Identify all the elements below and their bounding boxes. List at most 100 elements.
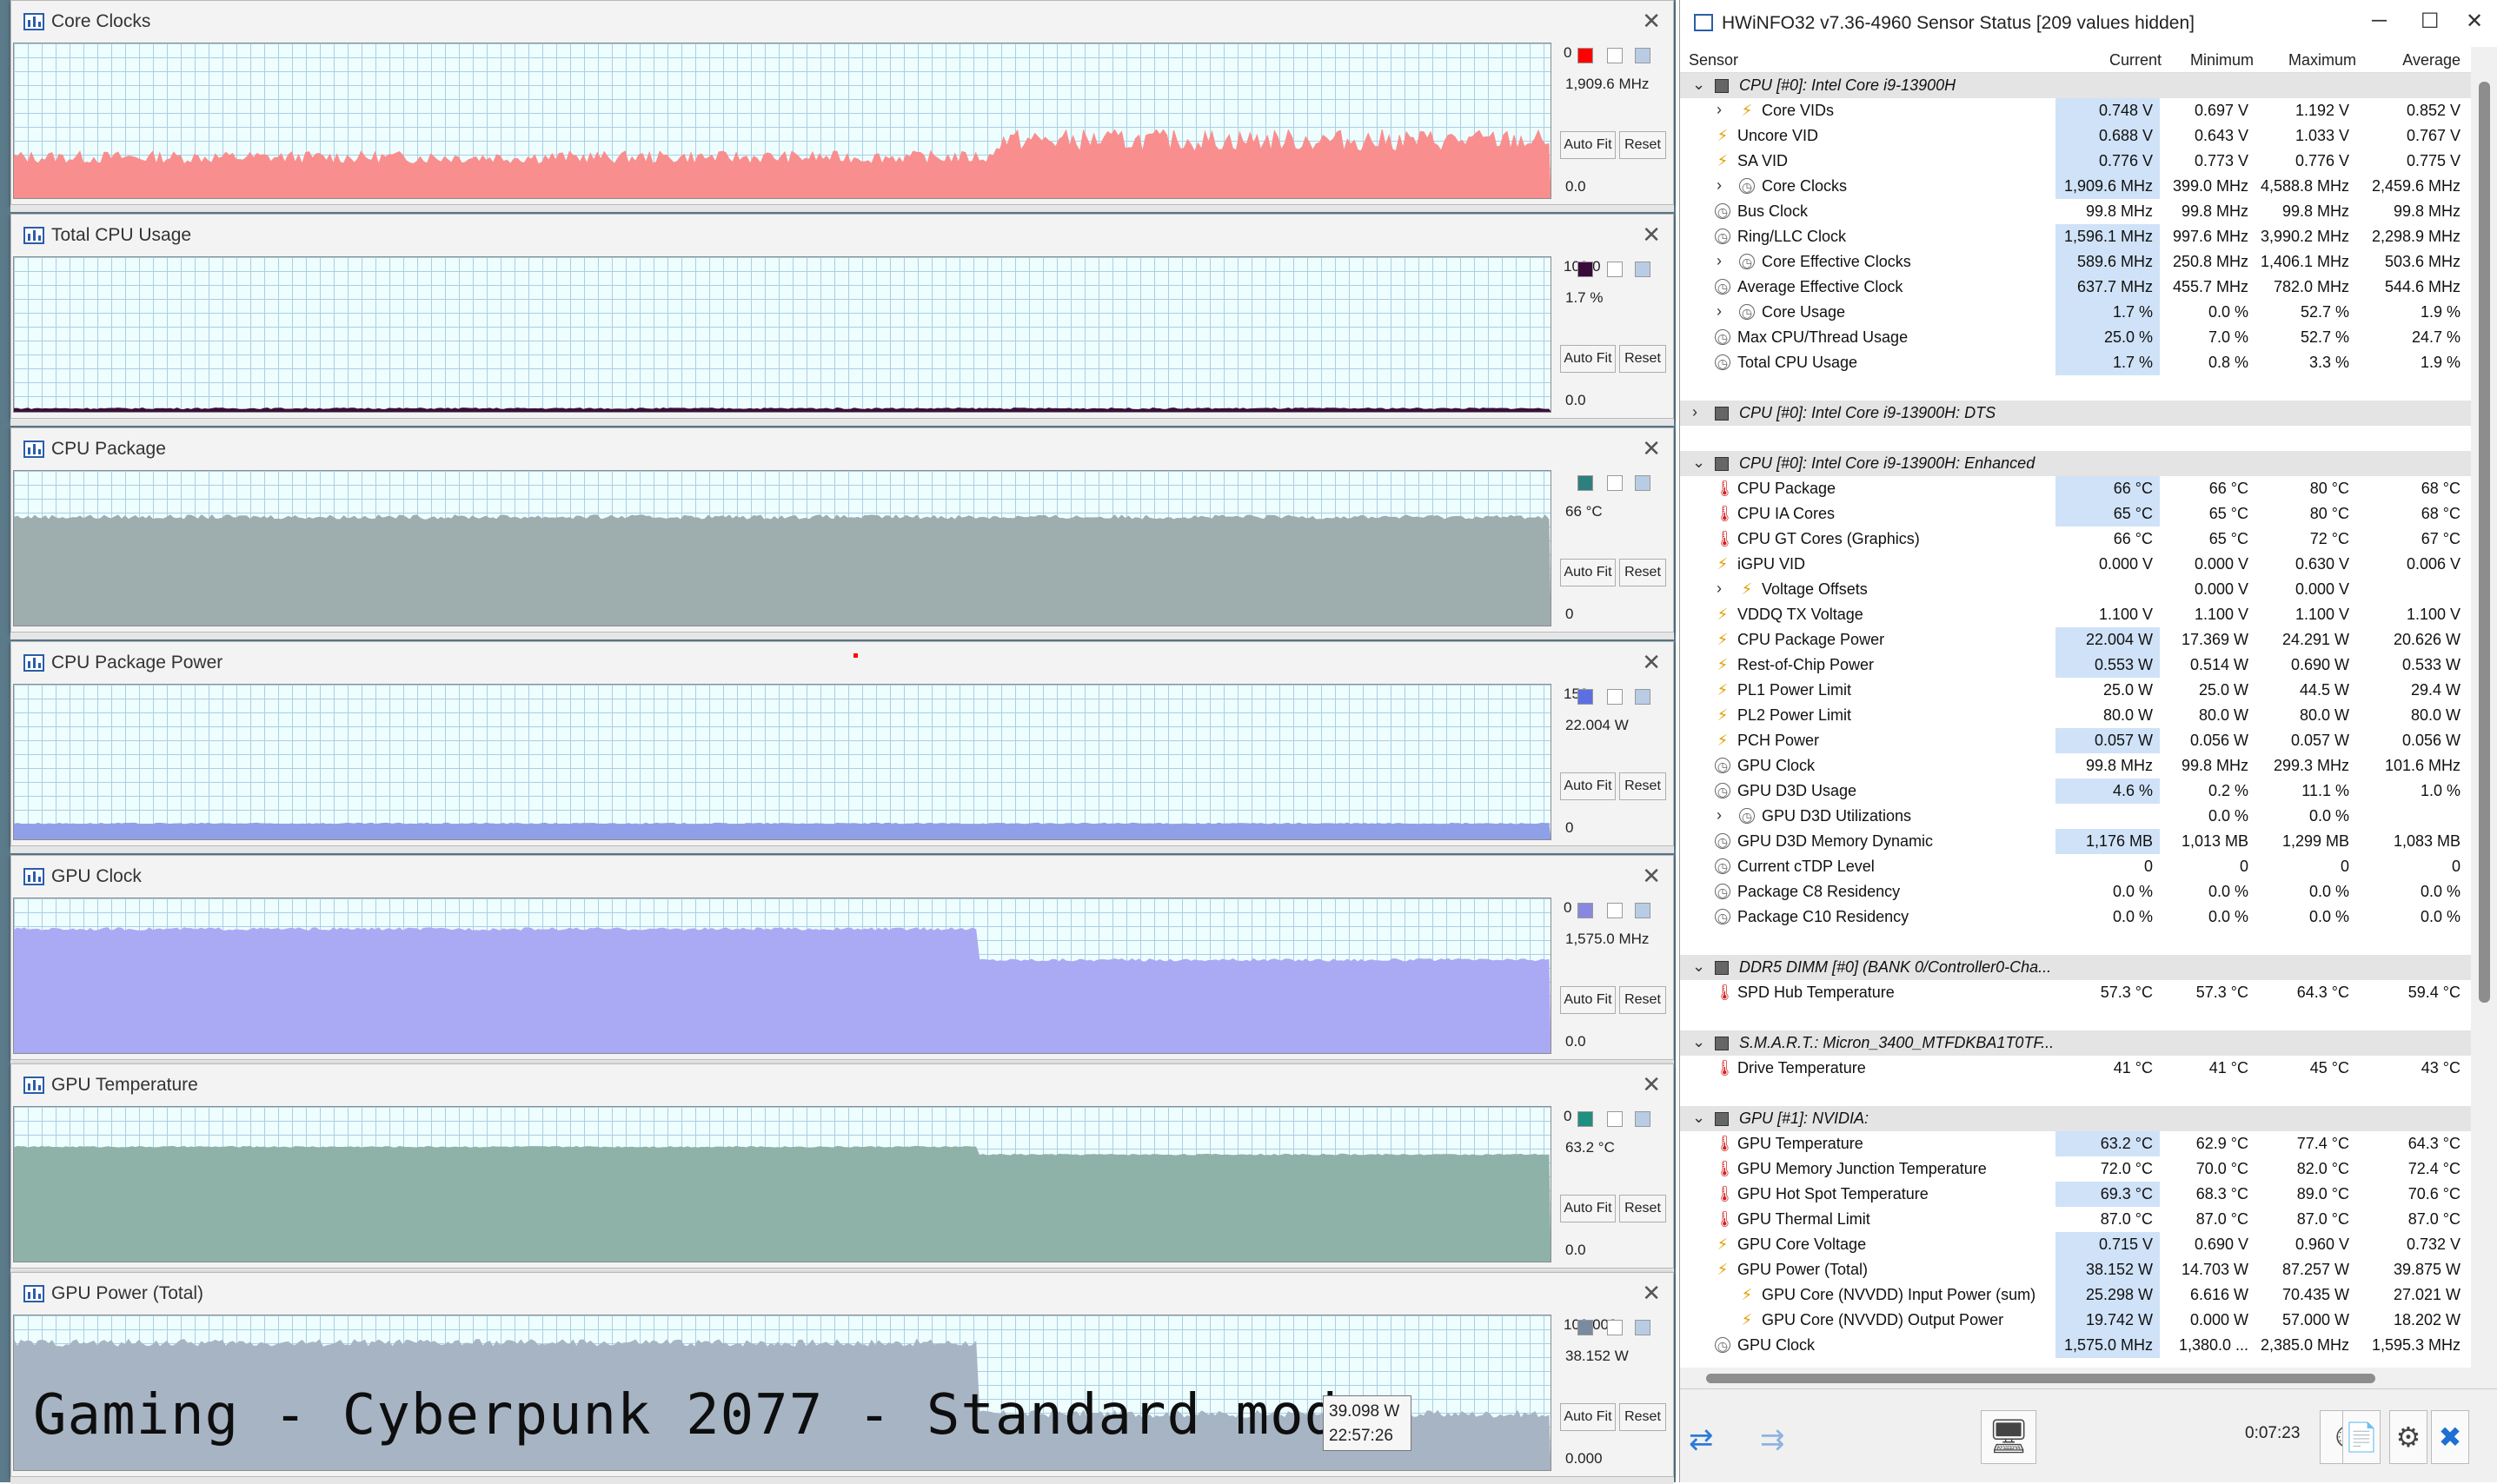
auto-fit-button[interactable]: Auto Fit [1560, 1195, 1616, 1222]
report-icon[interactable]: 🖥 [1981, 1410, 2036, 1464]
swatch-2[interactable] [1607, 903, 1623, 918]
expand-icon[interactable]: › [1717, 176, 1722, 195]
sensor-row[interactable]: ⚡ PL1 Power Limit 25.0 W 25.0 W 44.5 W 2… [1680, 678, 2471, 703]
graph-close-icon[interactable]: ✕ [1642, 1071, 1661, 1098]
auto-fit-button[interactable]: Auto Fit [1560, 345, 1616, 373]
sensor-row[interactable]: › ◷ Core Effective Clocks 589.6 MHz 250.… [1680, 249, 2471, 275]
sensor-row[interactable]: ⚡ GPU Core (NVVDD) Output Power 19.742 W… [1680, 1308, 2471, 1333]
graph-window-1[interactable]: Total CPU Usage ✕ 100.0 1.7 % Auto Fit R… [10, 214, 1674, 419]
graph-window-4[interactable]: GPU Clock ✕ 0 1,575.0 MHz Auto Fit Reset… [10, 855, 1674, 1060]
sensor-row[interactable]: ◷ Average Effective Clock 637.7 MHz 455.… [1680, 275, 2471, 300]
nav-arrows-alt-icon[interactable]: ⇉ [1760, 1422, 1785, 1457]
swatch-3[interactable] [1635, 475, 1650, 491]
swatch-2[interactable] [1607, 689, 1623, 705]
hscroll-thumb[interactable] [1706, 1374, 2375, 1383]
sensor-row[interactable]: › ⚡ Voltage Offsets 0.000 V 0.000 V [1680, 577, 2471, 602]
sensor-row[interactable]: ⚡ SA VID 0.776 V 0.773 V 0.776 V 0.775 V [1680, 149, 2471, 174]
auto-fit-button[interactable]: Auto Fit [1560, 131, 1616, 159]
sensor-group-row[interactable]: ⌄ CPU [#0]: Intel Core i9-13900H [1680, 73, 2471, 98]
sensor-row[interactable]: 🌡 Drive Temperature 41 °C 41 °C 45 °C 43… [1680, 1056, 2471, 1081]
sensor-row[interactable]: ⚡ GPU Power (Total) 38.152 W 14.703 W 87… [1680, 1257, 2471, 1282]
col-average[interactable]: Average [2354, 51, 2460, 70]
graph-window-2[interactable]: CPU Package ✕ 66 °C Auto Fit Reset 0 [10, 427, 1674, 633]
sensor-row[interactable]: ◷ GPU D3D Memory Dynamic 1,176 MB 1,013 … [1680, 829, 2471, 854]
maximize-icon[interactable]: ☐ [2421, 9, 2440, 34]
sensor-row[interactable]: ◷ Package C8 Residency 0.0 % 0.0 % 0.0 %… [1680, 879, 2471, 904]
expand-icon[interactable]: › [1717, 252, 1722, 270]
sensor-row[interactable]: ⚡ PCH Power 0.057 W 0.056 W 0.057 W 0.05… [1680, 728, 2471, 753]
sensor-row[interactable]: 🌡 CPU GT Cores (Graphics) 66 °C 65 °C 72… [1680, 527, 2471, 552]
swatch-3[interactable] [1635, 1320, 1650, 1335]
expand-icon[interactable]: ⌄ [1692, 1109, 1705, 1127]
col-minimum[interactable]: Minimum [2151, 51, 2254, 70]
reset-button[interactable]: Reset [1619, 345, 1666, 373]
sensor-group-row[interactable]: › CPU [#0]: Intel Core i9-13900H: DTS [1680, 401, 2471, 426]
sensor-row[interactable]: › ⚡ Core VIDs 0.748 V 0.697 V 1.192 V 0.… [1680, 98, 2471, 123]
expand-icon[interactable]: › [1692, 403, 1697, 421]
sensor-row[interactable]: 🌡 GPU Temperature 63.2 °C 62.9 °C 77.4 °… [1680, 1131, 2471, 1156]
sensor-row[interactable]: ⚡ VDDQ TX Voltage 1.100 V 1.100 V 1.100 … [1680, 602, 2471, 627]
sensor-row[interactable]: ⚡ GPU Core (NVVDD) Input Power (sum) 25.… [1680, 1282, 2471, 1308]
auto-fit-button[interactable]: Auto Fit [1560, 772, 1616, 800]
sensor-row[interactable]: ⚡ GPU Core Voltage 0.715 V 0.690 V 0.960… [1680, 1232, 2471, 1257]
sensor-row[interactable]: ◷ Current cTDP Level 0 0 0 0 [1680, 854, 2471, 879]
swatch-3[interactable] [1635, 689, 1650, 705]
sensor-row[interactable]: ◷ Package C10 Residency 0.0 % 0.0 % 0.0 … [1680, 904, 2471, 930]
exit-icon[interactable]: ✖ [2431, 1410, 2469, 1464]
series-color-swatch[interactable] [1577, 903, 1593, 918]
doc-add-icon[interactable]: 📄 [2342, 1410, 2381, 1464]
graph-close-icon[interactable]: ✕ [1642, 863, 1661, 890]
swatch-3[interactable] [1635, 48, 1650, 63]
graph-close-icon[interactable]: ✕ [1642, 1280, 1661, 1307]
nav-arrows-icon[interactable]: ⇄ [1689, 1422, 1714, 1457]
swatch-2[interactable] [1607, 48, 1623, 63]
series-color-swatch[interactable] [1577, 1111, 1593, 1127]
sensor-row[interactable]: ⚡ Rest-of-Chip Power 0.553 W 0.514 W 0.6… [1680, 653, 2471, 678]
graph-window-0[interactable]: Core Clocks ✕ 0 1,909.6 MHz Auto Fit Res… [10, 0, 1674, 205]
graph-titlebar[interactable]: GPU Power (Total) ✕ [11, 1273, 1673, 1313]
expand-icon[interactable]: › [1717, 580, 1722, 598]
sensor-group-row[interactable]: ⌄ CPU [#0]: Intel Core i9-13900H: Enhanc… [1680, 451, 2471, 476]
sensor-group-row[interactable]: ⌄ DDR5 DIMM [#0] (BANK 0/Controller0-Cha… [1680, 955, 2471, 980]
swatch-3[interactable] [1635, 262, 1650, 277]
sensor-row[interactable]: 🌡 GPU Thermal Limit 87.0 °C 87.0 °C 87.0… [1680, 1207, 2471, 1232]
sensor-row[interactable]: › ◷ Core Usage 1.7 % 0.0 % 52.7 % 1.9 % [1680, 300, 2471, 325]
sensor-row[interactable]: ◷ Bus Clock 99.8 MHz 99.8 MHz 99.8 MHz 9… [1680, 199, 2471, 224]
reset-button[interactable]: Reset [1619, 1195, 1666, 1222]
reset-button[interactable]: Reset [1619, 1403, 1666, 1431]
expand-icon[interactable]: › [1717, 101, 1722, 119]
sensor-row[interactable]: ◷ GPU Clock 1,575.0 MHz 1,380.0 ... 2,38… [1680, 1333, 2471, 1358]
reset-button[interactable]: Reset [1619, 772, 1666, 800]
sensor-row[interactable]: 🌡 GPU Hot Spot Temperature 69.3 °C 68.3 … [1680, 1182, 2471, 1207]
sensor-row[interactable]: ◷ Max CPU/Thread Usage 25.0 % 7.0 % 52.7… [1680, 325, 2471, 350]
graph-window-5[interactable]: GPU Temperature ✕ 0 63.2 °C Auto Fit Res… [10, 1063, 1674, 1269]
sensor-row[interactable]: ◷ Ring/LLC Clock 1,596.1 MHz 997.6 MHz 3… [1680, 224, 2471, 249]
sensor-row[interactable]: ◷ Total CPU Usage 1.7 % 0.8 % 3.3 % 1.9 … [1680, 350, 2471, 375]
sensor-group-row[interactable]: ⌄ GPU [#1]: NVIDIA: [1680, 1106, 2471, 1131]
col-maximum[interactable]: Maximum [2254, 51, 2356, 70]
swatch-3[interactable] [1635, 1111, 1650, 1127]
swatch-2[interactable] [1607, 262, 1623, 277]
graph-close-icon[interactable]: ✕ [1642, 435, 1661, 462]
series-color-swatch[interactable] [1577, 48, 1593, 63]
swatch-2[interactable] [1607, 1320, 1623, 1335]
col-current[interactable]: Current [2057, 51, 2162, 70]
horizontal-scrollbar[interactable] [1680, 1368, 2497, 1388]
expand-icon[interactable]: ⌄ [1692, 1033, 1705, 1051]
reset-button[interactable]: Reset [1619, 131, 1666, 159]
auto-fit-button[interactable]: Auto Fit [1560, 1403, 1616, 1431]
graph-close-icon[interactable]: ✕ [1642, 222, 1661, 248]
sensor-row[interactable]: ◷ GPU D3D Usage 4.6 % 0.2 % 11.1 % 1.0 % [1680, 778, 2471, 804]
sensor-row[interactable]: 🌡 GPU Memory Junction Temperature 72.0 °… [1680, 1156, 2471, 1182]
swatch-2[interactable] [1607, 475, 1623, 491]
series-color-swatch[interactable] [1577, 475, 1593, 491]
scroll-thumb[interactable] [2479, 82, 2490, 1003]
series-color-swatch[interactable] [1577, 1320, 1593, 1335]
sensor-row[interactable]: ⚡ iGPU VID 0.000 V 0.000 V 0.630 V 0.006… [1680, 552, 2471, 577]
swatch-3[interactable] [1635, 903, 1650, 918]
graph-titlebar[interactable]: GPU Clock ✕ [11, 856, 1673, 896]
sensor-row[interactable]: 🌡 CPU Package 66 °C 66 °C 80 °C 68 °C [1680, 476, 2471, 501]
graph-titlebar[interactable]: CPU Package ✕ [11, 428, 1673, 468]
graph-titlebar[interactable]: Total CPU Usage ✕ [11, 215, 1673, 255]
auto-fit-button[interactable]: Auto Fit [1560, 986, 1616, 1014]
